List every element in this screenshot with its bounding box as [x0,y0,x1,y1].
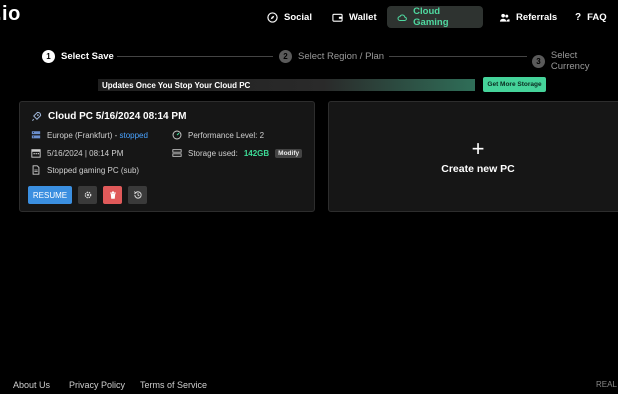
nav-wallet[interactable]: Wallet [322,6,387,28]
compass-icon [267,11,278,23]
nav-cloud-gaming[interactable]: Cloud Gaming [387,6,483,28]
history-icon [133,191,142,199]
footer-about-us[interactable]: About Us [13,380,50,390]
step-select-save[interactable]: 1 Select Save [42,50,114,63]
pc-title-text: Cloud PC 5/16/2024 08:14 PM [48,111,187,122]
step-connector [389,56,527,57]
pc-note-row: Stopped gaming PC (sub) [31,165,139,175]
pc-performance-row: Performance Level: 2 [172,130,264,140]
modify-storage-button[interactable]: Modify [275,148,303,158]
footer-privacy-policy[interactable]: Privacy Policy [69,380,125,390]
pc-region-row: Europe (Frankfurt) - stopped [31,130,148,140]
nav-referrals-label: Referrals [516,11,558,23]
plus-icon: + [471,135,485,161]
storage-value: 142GB [243,148,270,158]
logo[interactable]: .io [0,3,21,26]
nav-social[interactable]: Social [257,6,322,28]
step-select-region[interactable]: 2 Select Region / Plan [279,50,384,63]
pc-date: 5/16/2024 | 08:14 PM [47,148,124,158]
document-icon [32,165,40,175]
gauge-icon [172,130,182,140]
nav-social-label: Social [284,11,312,23]
question-icon: ? [575,11,582,23]
step-number: 2 [279,50,292,63]
create-new-pc-card[interactable]: + Create new PC [328,101,618,212]
nav-wallet-label: Wallet [349,11,377,23]
step-label: Select Region / Plan [298,51,385,62]
settings-button[interactable] [78,186,97,204]
pc-storage-row: Storage used: 142GB Modify [172,148,303,158]
step-number: 3 [532,54,545,68]
resume-button[interactable]: RESUME [28,186,72,204]
delete-button[interactable] [103,186,122,204]
cloud-icon [397,14,407,21]
create-new-pc-label: Create new PC [441,162,515,175]
storage-banner: Updates Once You Stop Your Cloud PC [98,79,475,91]
pc-date-row: 5/16/2024 | 08:14 PM [31,148,123,158]
step-connector [117,56,273,57]
pc-performance: Performance Level: 2 [188,130,265,140]
cloud-pc-card: Cloud PC 5/16/2024 08:14 PM Europe (Fran… [19,101,315,212]
users-icon [499,13,510,22]
nav-cloud-gaming-label: Cloud Gaming [413,6,449,28]
calendar-icon [31,149,41,158]
nav-faq-label: FAQ [587,11,607,23]
step-select-currency[interactable]: 3 Select Currency [532,50,618,72]
banner-text: Updates Once You Stop Your Cloud PC [102,80,251,90]
nav-faq[interactable]: ? FAQ [565,6,617,28]
rocket-icon [31,111,42,122]
step-label: Select Currency [550,50,590,72]
pc-title: Cloud PC 5/16/2024 08:14 PM [31,111,186,122]
server-icon [31,131,41,139]
storage-label: Storage used: [188,148,238,158]
history-button[interactable] [128,186,147,204]
pc-note: Stopped gaming PC (sub) [47,165,140,175]
trash-icon [109,191,116,199]
pc-status: stopped [119,130,148,140]
gear-icon [84,191,91,199]
pc-region: Europe (Frankfurt) [47,130,113,140]
nav-referrals[interactable]: Referrals [489,6,567,28]
footer-brand-text: REAL [596,380,617,389]
wallet-icon [332,13,343,22]
step-number: 1 [42,50,55,63]
get-more-storage-button[interactable]: Get More Storage [483,77,546,92]
storage-icon [172,149,182,157]
footer-terms-of-service[interactable]: Terms of Service [140,380,207,390]
step-label: Select Save [61,51,114,62]
